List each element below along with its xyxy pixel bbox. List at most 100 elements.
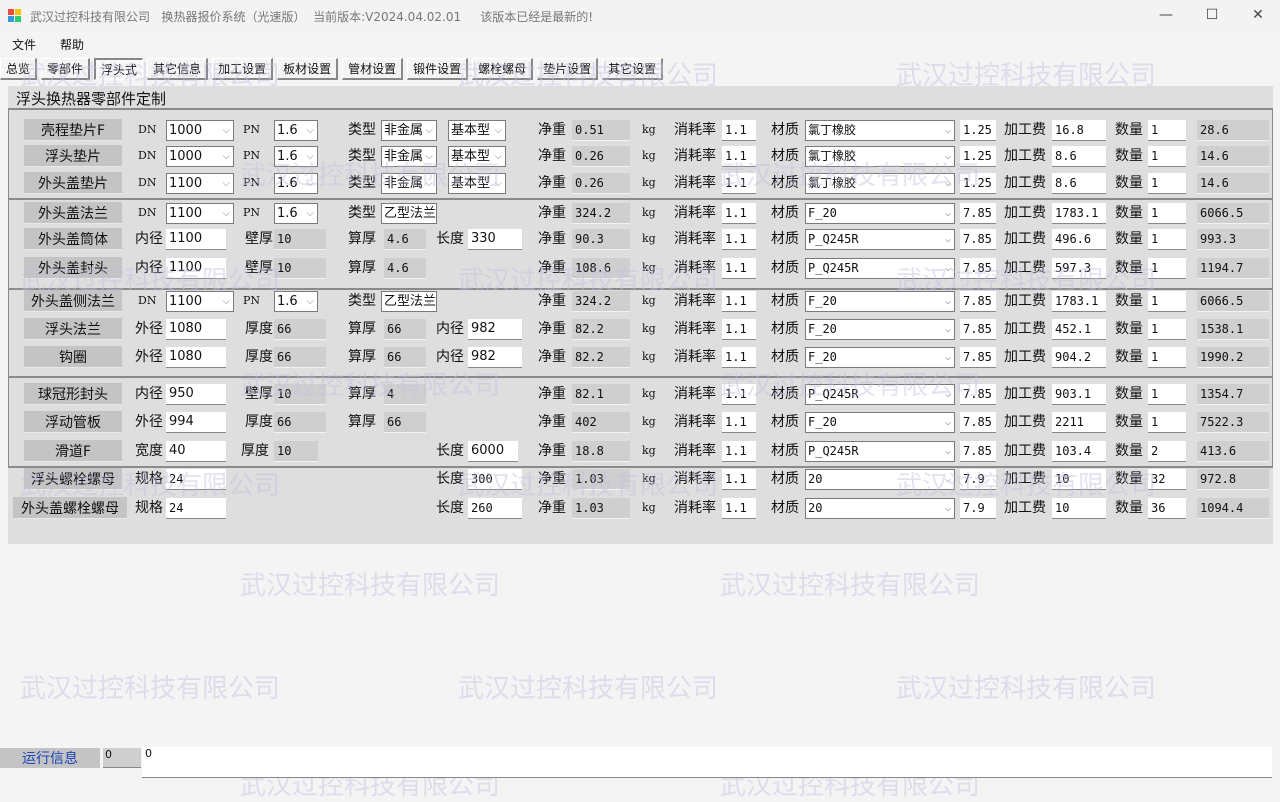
part-name-button[interactable]: 浮头螺栓螺母 [24, 468, 122, 490]
field-select[interactable]: 1100 ⌵ [166, 291, 234, 312]
processing-fee-input[interactable]: 8.6 [1052, 146, 1106, 167]
field-input[interactable]: 24 [166, 469, 226, 490]
density-input[interactable]: 7.85 [960, 412, 996, 433]
quantity-input[interactable]: 1 [1148, 412, 1186, 433]
processing-fee-input[interactable]: 904.2 [1052, 347, 1106, 368]
field-input[interactable]: 994 [166, 412, 226, 433]
field-select[interactable]: 基本型 ⌵ [448, 173, 506, 194]
part-name-button[interactable]: 球冠形封头 [24, 383, 122, 405]
field-input[interactable]: 260 [468, 498, 522, 519]
field-input[interactable]: 982 [468, 347, 522, 368]
close-button[interactable]: ✕ [1235, 0, 1280, 30]
density-input[interactable]: 7.85 [960, 319, 996, 340]
quantity-input[interactable]: 1 [1148, 173, 1186, 194]
field-select[interactable]: 非金属 ⌵ [381, 146, 437, 167]
loss-rate-input[interactable]: 1.1 [722, 412, 756, 433]
quantity-input[interactable]: 1 [1148, 229, 1186, 250]
field-input[interactable]: 950 [166, 384, 226, 405]
processing-fee-input[interactable]: 103.4 [1052, 441, 1106, 462]
tab-8[interactable]: 螺栓螺母 [472, 58, 534, 80]
loss-rate-input[interactable]: 1.1 [722, 173, 756, 194]
loss-rate-input[interactable]: 1.1 [722, 291, 756, 312]
density-input[interactable]: 1.25 [960, 120, 996, 141]
tab-3[interactable]: 其它信息 [147, 58, 209, 80]
material-select[interactable]: F_20 ⌵ [805, 319, 955, 340]
loss-rate-input[interactable]: 1.1 [722, 347, 756, 368]
material-select[interactable]: 氯丁橡胶 ⌵ [805, 146, 955, 167]
field-select[interactable]: 1.6 ⌵ [274, 146, 318, 167]
quantity-input[interactable]: 2 [1148, 441, 1186, 462]
quantity-input[interactable]: 32 [1148, 469, 1186, 490]
processing-fee-input[interactable]: 903.1 [1052, 384, 1106, 405]
part-name-button[interactable]: 浮头垫片 [24, 145, 122, 167]
tab-4[interactable]: 加工设置 [212, 58, 274, 80]
tab-6[interactable]: 管材设置 [342, 58, 404, 80]
density-input[interactable]: 1.25 [960, 146, 996, 167]
maximize-button[interactable]: ☐ [1189, 0, 1235, 30]
field-select[interactable]: 非金属 ⌵ [381, 120, 437, 141]
loss-rate-input[interactable]: 1.1 [722, 441, 756, 462]
material-select[interactable]: P_Q245R ⌵ [805, 258, 955, 279]
density-input[interactable]: 7.85 [960, 203, 996, 224]
field-input[interactable]: 982 [468, 319, 522, 340]
density-input[interactable]: 7.85 [960, 441, 996, 462]
quantity-input[interactable]: 1 [1148, 120, 1186, 141]
part-name-button[interactable]: 外头盖螺栓螺母 [13, 497, 127, 519]
material-select[interactable]: P_Q245R ⌵ [805, 229, 955, 250]
part-name-button[interactable]: 外头盖侧法兰 [24, 290, 122, 312]
field-input[interactable]: 300 [468, 469, 522, 490]
field-select[interactable]: 基本型 ⌵ [448, 120, 506, 141]
density-input[interactable]: 7.9 [960, 469, 996, 490]
density-input[interactable]: 7.85 [960, 384, 996, 405]
quantity-input[interactable]: 1 [1148, 384, 1186, 405]
density-input[interactable]: 7.9 [960, 498, 996, 519]
field-input[interactable]: 1100 [166, 258, 226, 279]
quantity-input[interactable]: 1 [1148, 146, 1186, 167]
minimize-button[interactable]: — [1143, 0, 1189, 30]
loss-rate-input[interactable]: 1.1 [722, 120, 756, 141]
part-name-button[interactable]: 浮动管板 [24, 411, 122, 433]
field-select[interactable]: 1.6 ⌵ [274, 291, 318, 312]
field-input[interactable]: 330 [468, 229, 522, 250]
part-name-button[interactable]: 钩圈 [24, 346, 122, 368]
quantity-input[interactable]: 1 [1148, 319, 1186, 340]
field-select[interactable]: 1100 ⌵ [166, 173, 234, 194]
part-name-button[interactable]: 外头盖法兰 [24, 202, 122, 224]
tab-5[interactable]: 板材设置 [277, 58, 339, 80]
loss-rate-input[interactable]: 1.1 [722, 203, 756, 224]
field-input[interactable]: 1080 [166, 347, 226, 368]
field-select[interactable]: 乙型法兰 ⌵ [381, 291, 437, 312]
tab-10[interactable]: 其它设置 [602, 58, 664, 80]
field-select[interactable]: 1000 ⌵ [166, 120, 234, 141]
field-select[interactable]: 1100 ⌵ [166, 203, 234, 224]
loss-rate-input[interactable]: 1.1 [722, 146, 756, 167]
quantity-input[interactable]: 1 [1148, 291, 1186, 312]
loss-rate-input[interactable]: 1.1 [722, 319, 756, 340]
field-select[interactable]: 1.6 ⌵ [274, 203, 318, 224]
tab-9[interactable]: 垫片设置 [537, 58, 599, 80]
part-name-button[interactable]: 外头盖垫片 [24, 172, 122, 194]
material-select[interactable]: 氯丁橡胶 ⌵ [805, 173, 955, 194]
processing-fee-input[interactable]: 2211 [1052, 412, 1106, 433]
field-input[interactable]: 40 [166, 441, 226, 462]
field-select[interactable]: 1.6 ⌵ [274, 173, 318, 194]
field-select[interactable]: 基本型 ⌵ [448, 146, 506, 167]
material-select[interactable]: P_Q245R ⌵ [805, 441, 955, 462]
quantity-input[interactable]: 1 [1148, 203, 1186, 224]
processing-fee-input[interactable]: 597.3 [1052, 258, 1106, 279]
processing-fee-input[interactable]: 452.1 [1052, 319, 1106, 340]
part-name-button[interactable]: 外头盖筒体 [24, 228, 122, 250]
loss-rate-input[interactable]: 1.1 [722, 498, 756, 519]
loss-rate-input[interactable]: 1.1 [722, 258, 756, 279]
material-select[interactable]: 20 ⌵ [805, 469, 955, 490]
field-input[interactable]: 1080 [166, 319, 226, 340]
processing-fee-input[interactable]: 8.6 [1052, 173, 1106, 194]
material-select[interactable]: F_20 ⌵ [805, 291, 955, 312]
processing-fee-input[interactable]: 496.6 [1052, 229, 1106, 250]
loss-rate-input[interactable]: 1.1 [722, 469, 756, 490]
field-input[interactable]: 24 [166, 498, 226, 519]
field-select[interactable]: 非金属 ⌵ [381, 173, 437, 194]
part-name-button[interactable]: 滑道F [24, 440, 122, 462]
field-select[interactable]: 1000 ⌵ [166, 146, 234, 167]
material-select[interactable]: P_Q245R ⌵ [805, 384, 955, 405]
